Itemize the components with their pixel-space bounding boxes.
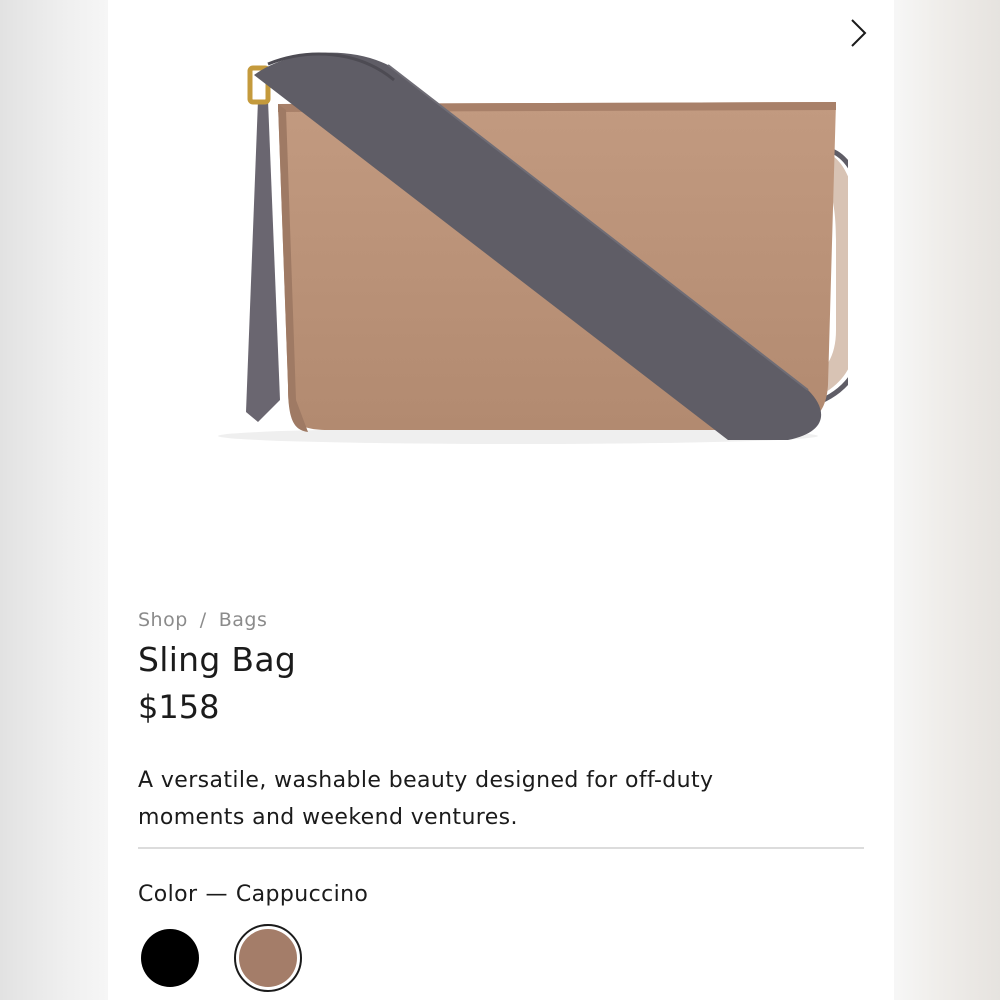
color-swatch-cappuccino[interactable]: [234, 924, 302, 992]
breadcrumb-separator: /: [199, 609, 207, 631]
breadcrumb-shop-link[interactable]: Shop: [138, 609, 188, 631]
product-title: Sling Bag: [138, 640, 297, 679]
color-label: Color — Cappuccino: [138, 882, 368, 907]
next-image-button[interactable]: [844, 16, 872, 50]
product-card: Shop / Bags Sling Bag $158 A versatile, …: [108, 0, 894, 1000]
product-price: $158: [138, 688, 220, 726]
color-label-separator: —: [205, 882, 228, 907]
breadcrumb: Shop / Bags: [138, 609, 267, 631]
color-swatches: [136, 924, 302, 992]
swatch-fill-black: [141, 929, 199, 987]
selected-color-name: Cappuccino: [235, 882, 369, 907]
divider: [138, 847, 864, 849]
product-image[interactable]: [168, 40, 848, 470]
chevron-right-icon: [851, 19, 867, 47]
product-description: A versatile, washable beauty designed fo…: [138, 768, 714, 830]
color-swatch-black[interactable]: [136, 924, 204, 992]
swatch-fill-cappuccino: [239, 929, 297, 987]
breadcrumb-bags-link[interactable]: Bags: [219, 609, 268, 631]
color-label-text: Color: [138, 882, 198, 907]
right-backdrop: [892, 0, 1000, 1000]
left-backdrop: [0, 0, 108, 1000]
